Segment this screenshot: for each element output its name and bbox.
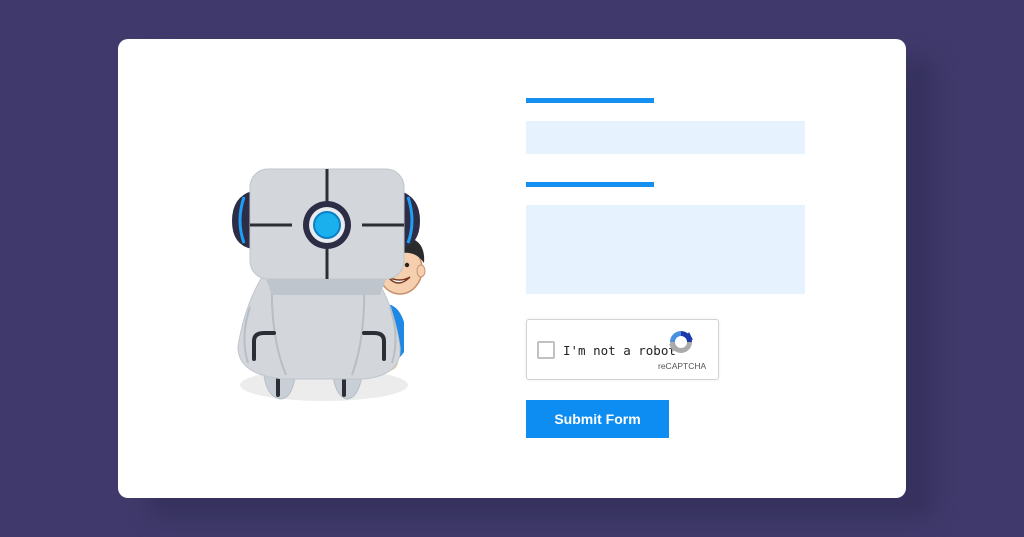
field-2-label-line bbox=[526, 182, 654, 187]
recaptcha-checkbox[interactable] bbox=[537, 341, 555, 359]
recaptcha-label: I'm not a robot bbox=[563, 343, 676, 358]
form-card: I'm not a robot reCAPTCHA Submit Form bbox=[118, 39, 906, 498]
text-input-1[interactable] bbox=[526, 121, 805, 154]
robot-head bbox=[232, 168, 420, 295]
robot-illustration bbox=[232, 168, 426, 401]
recaptcha-logo-icon bbox=[669, 331, 693, 353]
submit-form-button[interactable]: Submit Form bbox=[526, 400, 669, 438]
recaptcha-widget: I'm not a robot reCAPTCHA bbox=[526, 319, 719, 380]
textarea-input-2[interactable] bbox=[526, 205, 805, 294]
recaptcha-brand: reCAPTCHA bbox=[658, 361, 707, 371]
field-1-label-line bbox=[526, 98, 654, 103]
